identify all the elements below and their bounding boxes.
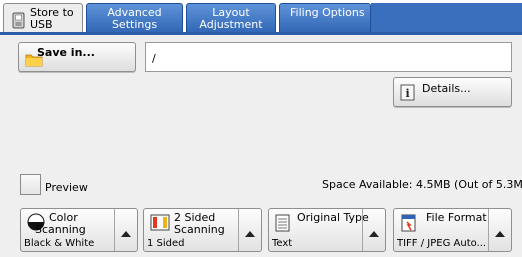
tab-label-line2: USB	[30, 18, 53, 31]
tab-bar: Store to USB Advanced Settings Layout Ad…	[0, 0, 522, 36]
tab-label-line2: Settings	[111, 18, 158, 31]
space-available-text: Space Available: 4.5MB (Out of 5.3MB)	[322, 178, 522, 191]
original-type-value: Text	[272, 238, 293, 249]
details-label: Details...	[422, 82, 471, 95]
tab-advanced-settings[interactable]: Advanced Settings	[86, 3, 183, 34]
original-type-main[interactable]: Original Type Text	[269, 209, 374, 251]
save-in-label: Save in...	[37, 46, 95, 59]
two-sided-scanning-main[interactable]: 2 Sided Scanning 1 Sided	[144, 209, 249, 251]
preview-checkbox[interactable]	[20, 174, 41, 195]
tab-bar-fill	[371, 3, 522, 35]
tab-label-line2: Adjustment	[199, 18, 263, 31]
two-sided-value: 1 Sided	[147, 238, 185, 249]
file-format-arrow-up[interactable]	[488, 209, 511, 251]
document-icon	[275, 214, 290, 232]
original-type-title: Original Type	[297, 212, 369, 224]
color-scanning-main[interactable]: Color Scanning Black & White	[21, 209, 126, 251]
two-sided-title: 2 Sided Scanning	[174, 212, 225, 236]
tab-label-line1: Filing Options	[290, 6, 365, 19]
file-format-main[interactable]: File Format TIFF / JPEG Auto...	[394, 209, 499, 251]
file-format-title: File Format	[426, 212, 487, 224]
preview-label: Preview	[45, 181, 88, 194]
original-type-arrow-up[interactable]	[362, 209, 385, 251]
file-format-icon	[401, 214, 416, 232]
tab-layout-adjustment[interactable]: Layout Adjustment	[186, 3, 276, 34]
svg-text:i: i	[406, 87, 410, 100]
color-scanning-title: Color Scanning	[35, 212, 86, 236]
color-scanning-button[interactable]: Color Scanning Black & White	[20, 208, 138, 252]
save-in-button[interactable]: Save in...	[18, 42, 136, 72]
original-type-button[interactable]: Original Type Text	[268, 208, 386, 252]
color-scanning-arrow-up[interactable]	[114, 209, 137, 251]
usb-storage-icon	[12, 12, 25, 29]
save-path-field[interactable]: /	[145, 42, 512, 72]
title-line1: Original Type	[297, 211, 369, 224]
details-button[interactable]: i Details...	[393, 77, 512, 107]
color-scanning-value: Black & White	[24, 238, 95, 249]
tab-filing-options[interactable]: Filing Options	[279, 3, 371, 34]
title-line1: File Format	[426, 211, 487, 224]
title-line2: Scanning	[35, 223, 86, 236]
two-sided-arrow-up[interactable]	[238, 209, 261, 251]
two-sided-icon	[150, 214, 170, 231]
file-format-button[interactable]: File Format TIFF / JPEG Auto...	[393, 208, 512, 252]
title-line2: Scanning	[174, 223, 225, 236]
file-format-value: TIFF / JPEG Auto...	[397, 238, 487, 249]
two-sided-scanning-button[interactable]: 2 Sided Scanning 1 Sided	[143, 208, 262, 252]
info-icon: i	[400, 84, 415, 101]
save-path-value: /	[152, 52, 156, 65]
